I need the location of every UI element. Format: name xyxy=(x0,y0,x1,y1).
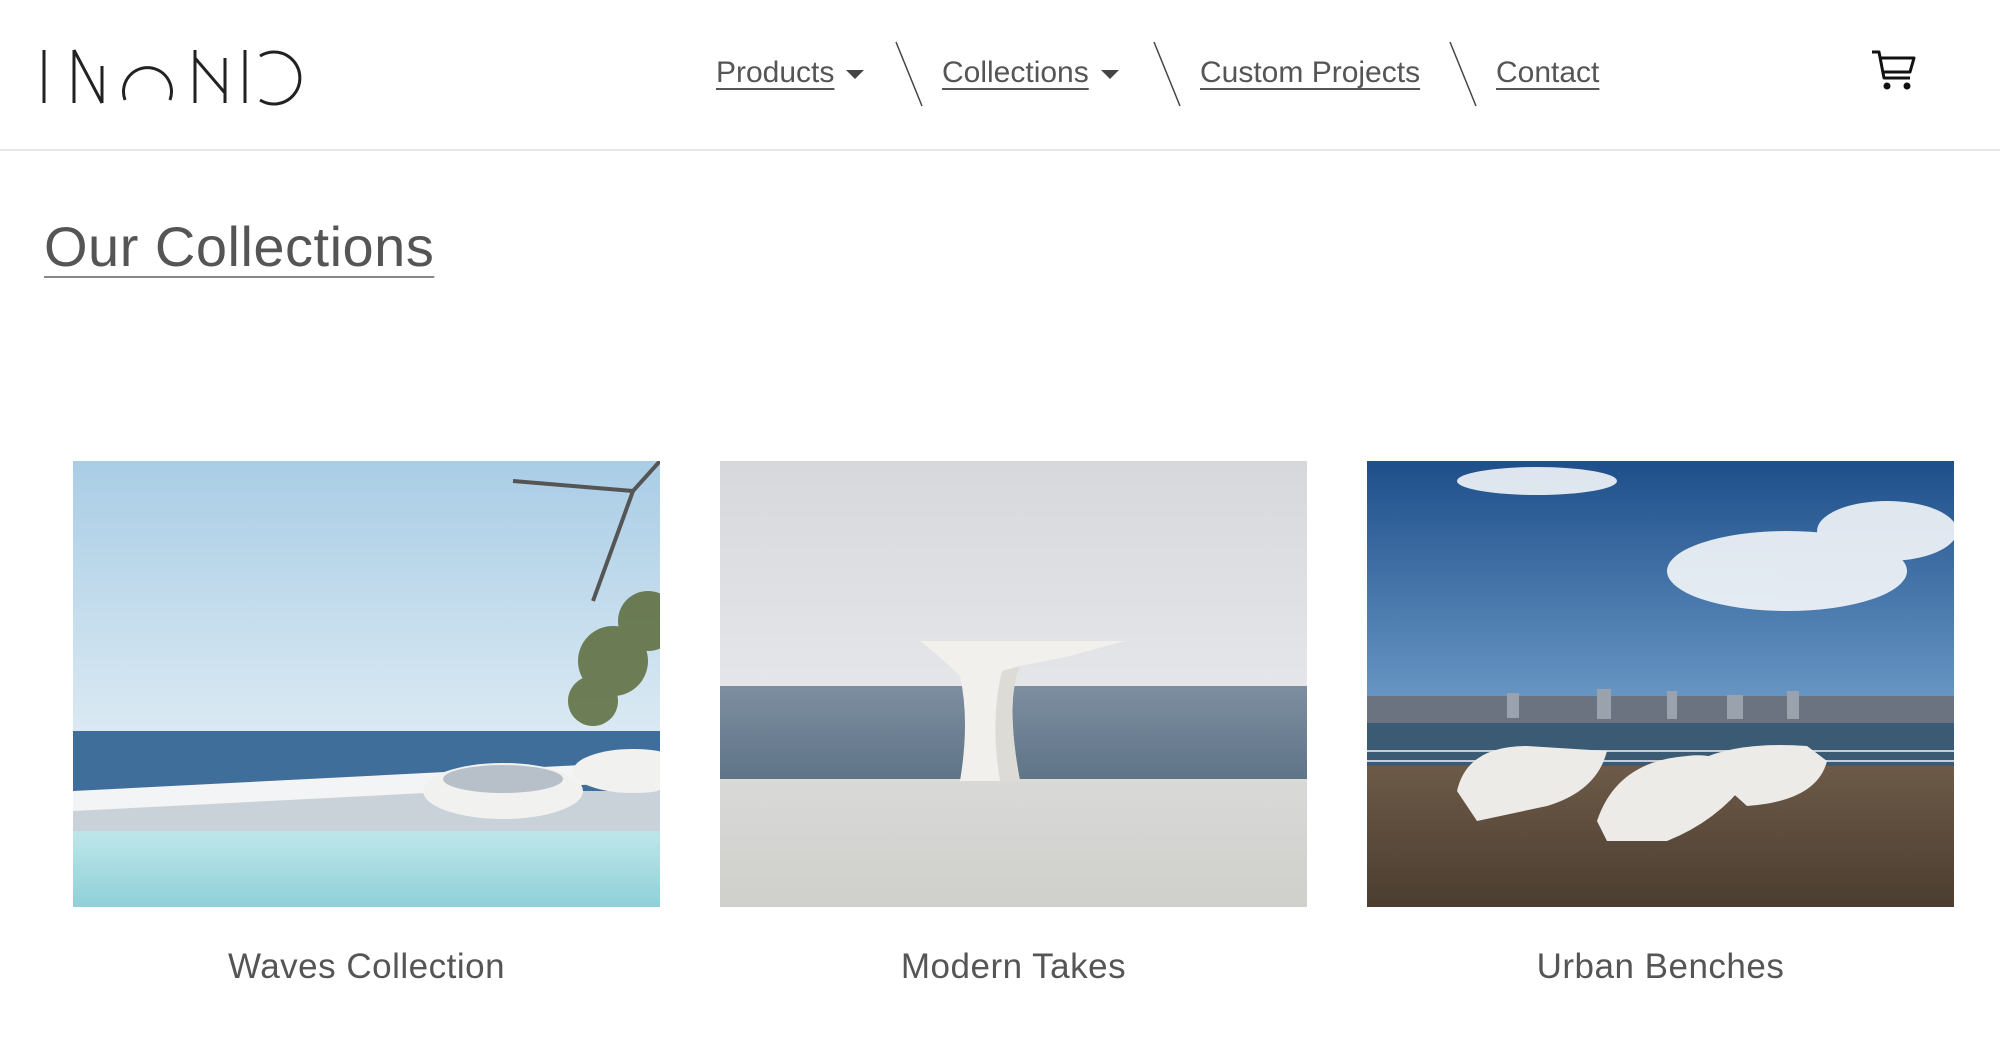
collection-title[interactable]: Urban Benches xyxy=(1367,947,1954,987)
page-title[interactable]: Our Collections xyxy=(44,214,434,279)
urban-benches-photo xyxy=(1367,461,1954,907)
nav-separator xyxy=(895,41,923,107)
cart-button[interactable] xyxy=(1870,48,1918,97)
nav-separator xyxy=(1153,41,1181,107)
shopping-cart-icon xyxy=(1872,50,1916,90)
waves-collection-photo xyxy=(73,461,660,907)
nav-custom-projects[interactable]: Custom Projects xyxy=(1200,56,1420,90)
nav-products[interactable]: Products xyxy=(716,56,865,90)
collection-image[interactable] xyxy=(73,461,660,907)
collection-image[interactable] xyxy=(720,461,1307,907)
nav-collections[interactable]: Collections xyxy=(942,56,1119,90)
collection-title[interactable]: Modern Takes xyxy=(720,947,1307,987)
inomo-logo[interactable] xyxy=(40,48,325,108)
nav-contact[interactable]: Contact xyxy=(1496,56,1599,90)
collection-card-waves[interactable]: Waves Collection xyxy=(73,461,660,987)
collection-title[interactable]: Waves Collection xyxy=(73,947,660,987)
nav-products-label: Products xyxy=(716,56,835,89)
collection-card-urban-benches[interactable]: Urban Benches xyxy=(1367,461,1954,987)
collection-image[interactable] xyxy=(1367,461,1954,907)
nav-collections-label: Collections xyxy=(942,56,1089,89)
nav-separator xyxy=(1449,41,1477,107)
collection-card-modern-takes[interactable]: Modern Takes xyxy=(720,461,1307,987)
chevron-down-icon xyxy=(846,69,865,79)
site-header: Products Collections Custom Projects Con… xyxy=(0,0,2000,151)
logo-wordmark xyxy=(42,49,302,106)
chevron-down-icon xyxy=(1100,69,1119,79)
modern-takes-photo xyxy=(720,461,1307,907)
